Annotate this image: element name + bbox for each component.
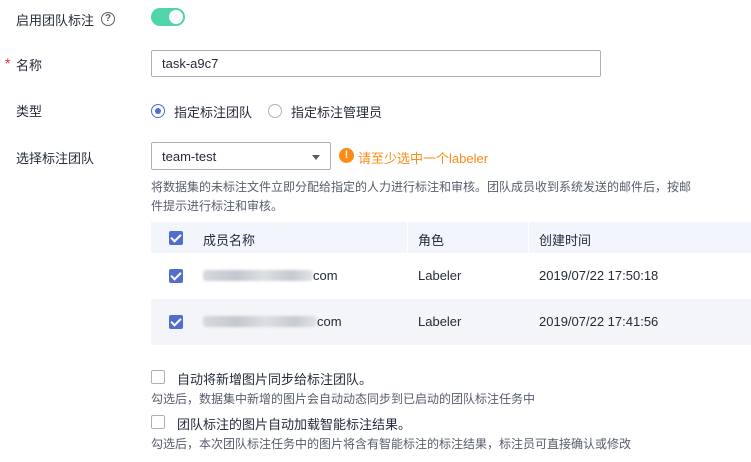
radio-labeling-admin[interactable] (268, 104, 282, 118)
redacted-email (203, 270, 313, 281)
name-input[interactable] (151, 50, 601, 77)
team-select[interactable]: team-test (151, 142, 331, 170)
column-divider (407, 222, 408, 253)
auto-smart-results-note: 勾选后，本次团队标注任务中的图片将含有智能标注的标注结果，标注员可直接确认或修改 (151, 437, 632, 451)
member-created: 2019/07/22 17:41:56 (539, 314, 659, 329)
chevron-down-icon (312, 155, 320, 160)
team-description: 将数据集的未标注文件立即分配给指定的人力进行标注和审核。团队成员收到系统发送的邮… (151, 180, 692, 213)
auto-smart-results-checkbox[interactable] (151, 415, 165, 429)
member-created: 2019/07/22 17:50:18 (539, 268, 659, 283)
member-name-suffix: com (317, 314, 342, 329)
member-role: Labeler (418, 268, 462, 283)
column-header-created: 创建时间 (539, 233, 592, 248)
sync-new-images-note: 勾选后，数据集中新增的图片会自动动态同步到已启动的团队标注任务中 (151, 392, 536, 406)
members-table: 成员名称 角色 创建时间 com Labeler 2019/07/22 17:5… (151, 222, 751, 345)
select-team-label: 选择标注团队 (16, 151, 95, 166)
required-mark: * (5, 55, 11, 71)
member-role: Labeler (418, 314, 462, 329)
switch-knob (169, 10, 183, 24)
radio-labeling-team-label[interactable]: 指定标注团队 (174, 102, 252, 121)
team-labeling-switch[interactable] (151, 8, 185, 26)
row-checkbox[interactable] (169, 269, 183, 283)
type-label: 类型 (16, 104, 43, 119)
table-row[interactable]: com Labeler 2019/07/22 17:50:18 (151, 253, 751, 299)
auto-smart-results-label[interactable]: 团队标注的图片自动加载智能标注结果。 (177, 414, 411, 433)
exclamation-circle-icon: ! (339, 148, 354, 163)
radio-labeling-team[interactable] (151, 104, 165, 118)
member-name-suffix: com (313, 268, 338, 283)
team-labeling-label: 启用团队标注 (16, 13, 95, 28)
team-warning-text: 请至少选中一个labeler (358, 151, 489, 166)
sync-new-images-label[interactable]: 自动将新增图片同步给标注团队。 (177, 369, 372, 388)
name-label: 名称 (16, 58, 43, 73)
sync-new-images-checkbox[interactable] (151, 370, 165, 384)
column-header-role: 角色 (418, 233, 445, 248)
table-row[interactable]: com Labeler 2019/07/22 17:41:56 (151, 299, 751, 345)
column-divider (528, 222, 529, 253)
select-all-checkbox[interactable] (169, 231, 183, 245)
row-checkbox[interactable] (169, 315, 183, 329)
team-select-value: team-test (162, 149, 217, 164)
table-header: 成员名称 角色 创建时间 (151, 222, 751, 253)
column-header-member: 成员名称 (203, 233, 256, 248)
question-circle-icon[interactable]: ? (101, 12, 115, 26)
radio-labeling-admin-label[interactable]: 指定标注管理员 (291, 102, 382, 121)
redacted-email (203, 316, 317, 327)
